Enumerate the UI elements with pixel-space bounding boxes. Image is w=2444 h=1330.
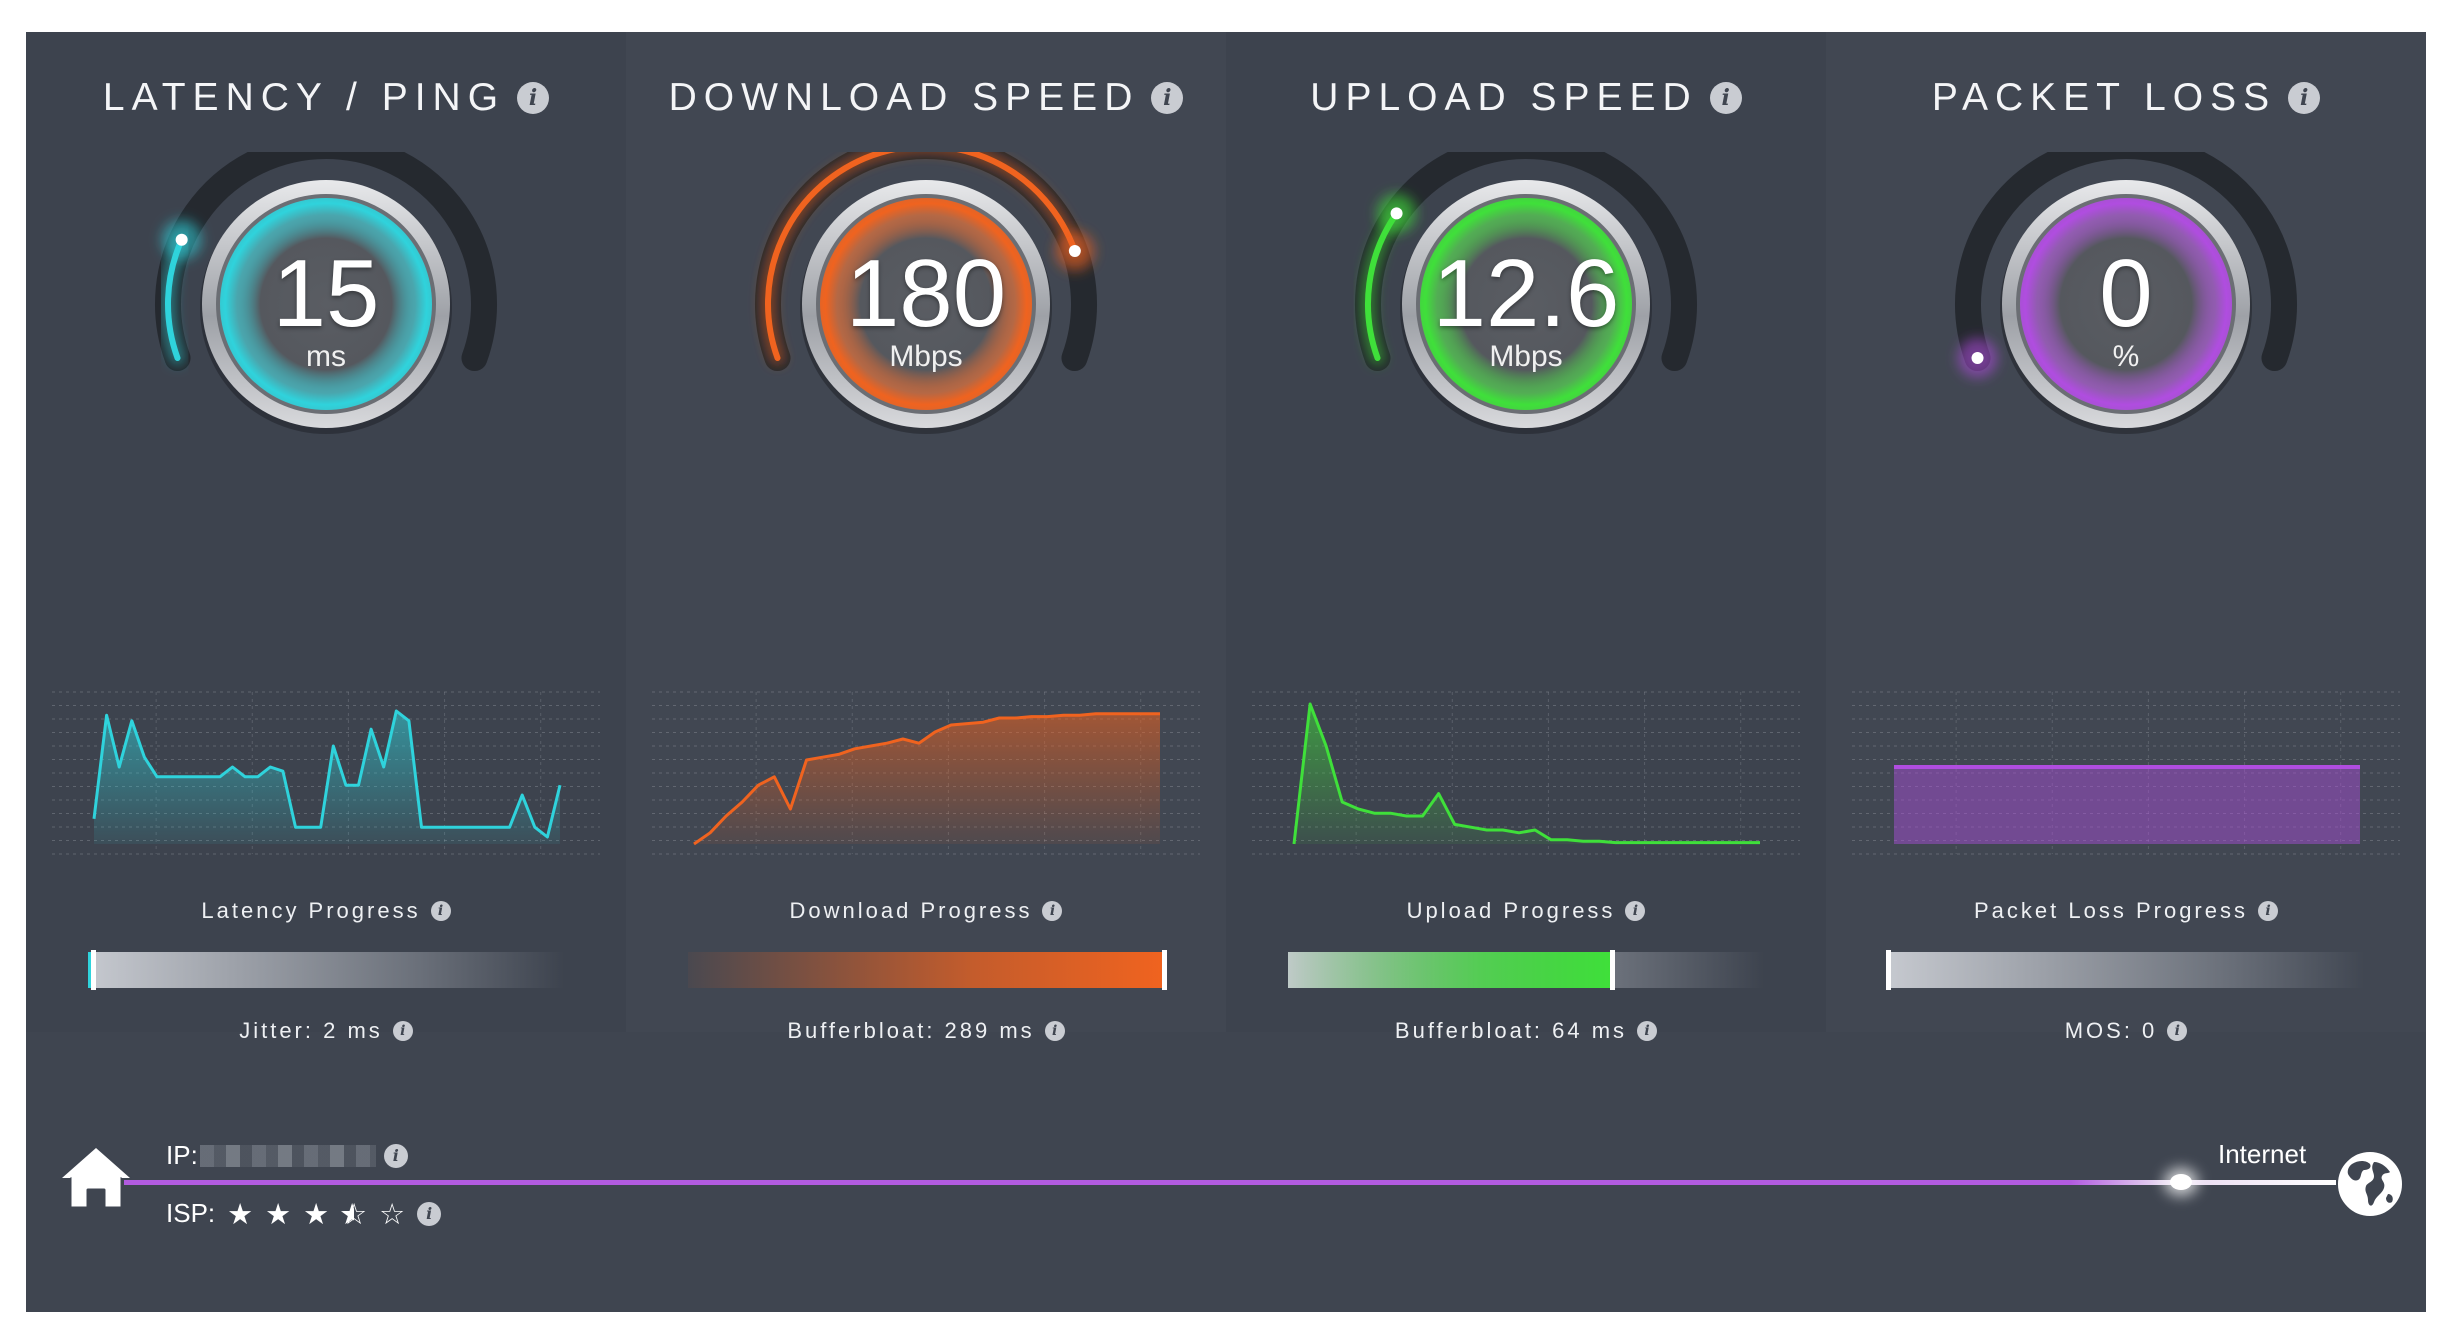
packet-loss-progress-info-icon[interactable]: i: [2257, 901, 2278, 921]
upload-info-icon[interactable]: i: [1709, 82, 1742, 114]
download-panel: DOWNLOAD SPEED i 180 Mbps Download Progr…: [626, 32, 1226, 1043]
upload-panel: UPLOAD SPEED i 12.6 Mbps Upload Progress…: [1226, 32, 1826, 1043]
internet-label: Internet: [2218, 1139, 2307, 1169]
star-full-icon: ★: [265, 1196, 292, 1231]
packet-loss-value: 0: [2099, 240, 2153, 347]
isp-info-icon[interactable]: i: [417, 1201, 442, 1226]
latency-value: 15: [272, 240, 380, 347]
upload-progress-cursor: [1609, 950, 1615, 990]
ip-address-redacted: [199, 1144, 376, 1167]
star-full-icon: ★: [303, 1196, 330, 1231]
speed-test-dashboard: LATENCY / PING i 15 ms Latency Progress …: [26, 32, 2426, 1312]
jitter-label: Jitter: 2 ms: [239, 1018, 383, 1043]
connection-progress-dot: [2170, 1174, 2193, 1190]
chart-area: [1894, 767, 2360, 844]
latency-chart: [52, 691, 600, 855]
mos-label: MOS: 0: [2064, 1018, 2158, 1043]
download-progress-label: Download Progress: [789, 898, 1033, 923]
mos-info-icon[interactable]: i: [2167, 1021, 2188, 1041]
home-icon: [60, 1146, 132, 1210]
download-bufferbloat-label: Bufferbloat: 289 ms: [787, 1018, 1035, 1043]
upload-unit: Mbps: [1489, 340, 1563, 373]
latency-panel: LATENCY / PING i 15 ms Latency Progress …: [26, 32, 626, 1043]
latency-unit: ms: [306, 340, 346, 373]
packet-loss-progress-bar: [1886, 950, 2364, 990]
upload-bufferbloat-info-icon[interactable]: i: [1637, 1021, 1658, 1041]
upload-progress-label: Upload Progress: [1406, 898, 1616, 923]
latency-title: LATENCY / PING: [102, 76, 506, 119]
download-bufferbloat-info-icon[interactable]: i: [1044, 1021, 1065, 1041]
download-progress-bar: [688, 950, 1167, 990]
jitter-info-icon[interactable]: i: [392, 1021, 413, 1041]
download-unit: Mbps: [889, 340, 963, 373]
upload-title: UPLOAD SPEED: [1310, 76, 1698, 119]
globe-icon: [2336, 1150, 2404, 1218]
download-progress-fill: [688, 952, 1164, 988]
packet-loss-panel: PACKET LOSS i 0 % Packet Loss Progress i…: [1826, 32, 2426, 1043]
upload-bufferbloat-label: Bufferbloat: 64 ms: [1394, 1018, 1628, 1043]
packet-loss-chart: [1852, 691, 2400, 855]
packet-loss-title: PACKET LOSS: [1931, 76, 2277, 119]
upload-chart: [1252, 691, 1800, 855]
packet-loss-info-icon[interactable]: i: [2288, 82, 2321, 114]
packet-loss-unit: %: [2112, 340, 2140, 373]
upload-progress-fill: [1288, 952, 1612, 988]
latency-progress-info-icon[interactable]: i: [430, 901, 451, 921]
connection-line: [124, 1180, 2336, 1185]
latency-progress-bar: [88, 950, 564, 990]
packet-loss-progress-label: Packet Loss Progress: [1974, 898, 2248, 923]
packet-loss-progress-cursor: [1886, 950, 1891, 990]
download-value: 180: [845, 240, 1007, 347]
upload-value: 12.6: [1432, 240, 1620, 347]
upload-progress-info-icon[interactable]: i: [1625, 901, 1646, 921]
star-full-icon: ★: [227, 1196, 254, 1231]
ip-label: IP:: [166, 1140, 198, 1170]
ip-row: IP: i: [166, 1140, 408, 1171]
star-half-icon: ☆ ★: [339, 1196, 368, 1231]
latency-progress-label: Latency Progress: [201, 898, 421, 923]
latency-progress-cursor: [90, 950, 96, 990]
download-title: DOWNLOAD SPEED: [668, 76, 1140, 119]
download-progress-cursor: [1162, 950, 1167, 990]
isp-label: ISP:: [166, 1198, 216, 1228]
isp-row: ISP: ★ ★ ★ ☆ ★ ☆ i: [166, 1198, 442, 1229]
star-empty-icon: ☆: [379, 1196, 406, 1231]
upload-progress-bar: [1288, 950, 1764, 990]
download-info-icon[interactable]: i: [1151, 82, 1184, 114]
isp-rating-stars: ★ ★ ★ ☆ ★ ☆: [225, 1199, 407, 1229]
chart-area: [694, 713, 1160, 844]
latency-info-icon[interactable]: i: [517, 82, 550, 114]
download-chart: [652, 691, 1200, 855]
upload-gauge: [1355, 152, 1697, 434]
latency-gauge: [155, 152, 497, 434]
chart-area: [1294, 704, 1760, 844]
ip-info-icon[interactable]: i: [383, 1143, 408, 1168]
download-progress-info-icon[interactable]: i: [1042, 901, 1063, 921]
download-gauge: [755, 152, 1097, 434]
packet-loss-gauge: [1955, 152, 2297, 434]
gauge-head-dot: [1390, 207, 1403, 220]
